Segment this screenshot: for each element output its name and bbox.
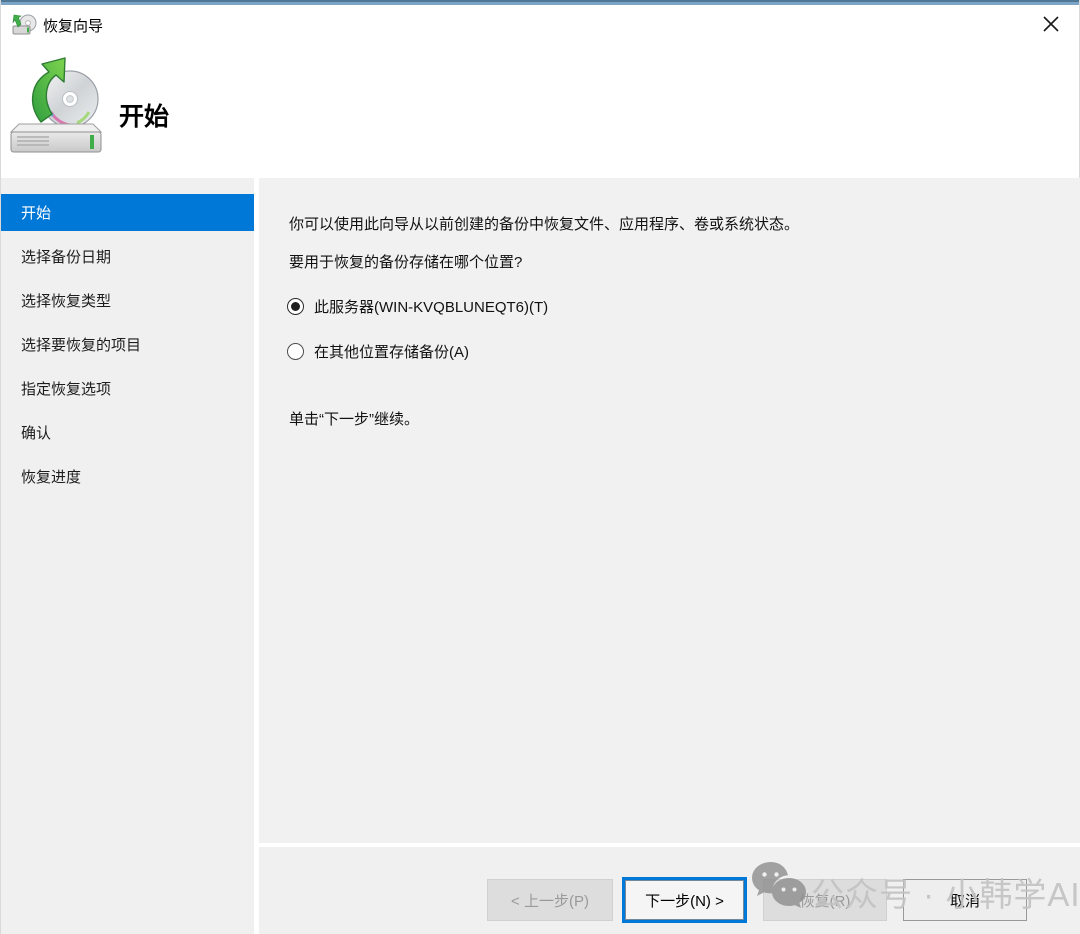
intro-text: 你可以使用此向导从以前创建的备份中恢复文件、应用程序、卷或系统状态。 [289, 213, 799, 234]
sidebar-item-select-backup-date: 选择备份日期 [1, 238, 254, 275]
sidebar-item-specify-recovery-options: 指定恢复选项 [1, 370, 254, 407]
sidebar-item-getting-started: 开始 [1, 194, 254, 231]
sidebar-item-select-recovery-type: 选择恢复类型 [1, 282, 254, 319]
sidebar-item-recovery-progress: 恢复进度 [1, 458, 254, 495]
button-bar: < 上一步(P) 下一步(N) > 恢复(R) 取消 [259, 847, 1080, 934]
sidebar-item-select-items-to-recover: 选择要恢复的项目 [1, 326, 254, 363]
wizard-header: 开始 [1, 47, 1079, 178]
previous-button: < 上一步(P) [487, 879, 613, 921]
sidebar-item-confirmation: 确认 [1, 414, 254, 451]
cancel-button[interactable]: 取消 [903, 879, 1027, 921]
wizard-steps-sidebar: 开始 选择备份日期 选择恢复类型 选择要恢复的项目 指定恢复选项 确认 恢复进度 [1, 178, 254, 934]
backup-restore-icon [11, 12, 39, 43]
recover-button: 恢复(R) [763, 879, 887, 921]
close-icon [1040, 13, 1062, 40]
backup-location-question: 要用于恢复的备份存储在哪个位置? [289, 251, 522, 272]
option-this-server[interactable]: 此服务器(WIN-KVQBLUNEQT6)(T) [287, 296, 548, 317]
option-this-server-label: 此服务器(WIN-KVQBLUNEQT6)(T) [314, 296, 548, 317]
next-button[interactable]: 下一步(N) > [622, 877, 747, 923]
option-other-location-label: 在其他位置存储备份(A) [314, 341, 469, 362]
close-button[interactable] [1031, 9, 1071, 43]
radio-other-location[interactable] [287, 343, 304, 360]
backup-restore-icon-large [7, 52, 107, 162]
next-step-hint: 单击“下一步”继续。 [289, 408, 419, 429]
title-bar: 恢复向导 [1, 5, 1079, 47]
window-title: 恢复向导 [43, 15, 103, 36]
option-other-location[interactable]: 在其他位置存储备份(A) [287, 341, 469, 362]
recovery-wizard-window: 恢复向导 [0, 0, 1080, 934]
radio-this-server[interactable] [287, 298, 304, 315]
wizard-content: 你可以使用此向导从以前创建的备份中恢复文件、应用程序、卷或系统状态。 要用于恢复… [259, 178, 1080, 843]
page-title: 开始 [119, 97, 169, 133]
